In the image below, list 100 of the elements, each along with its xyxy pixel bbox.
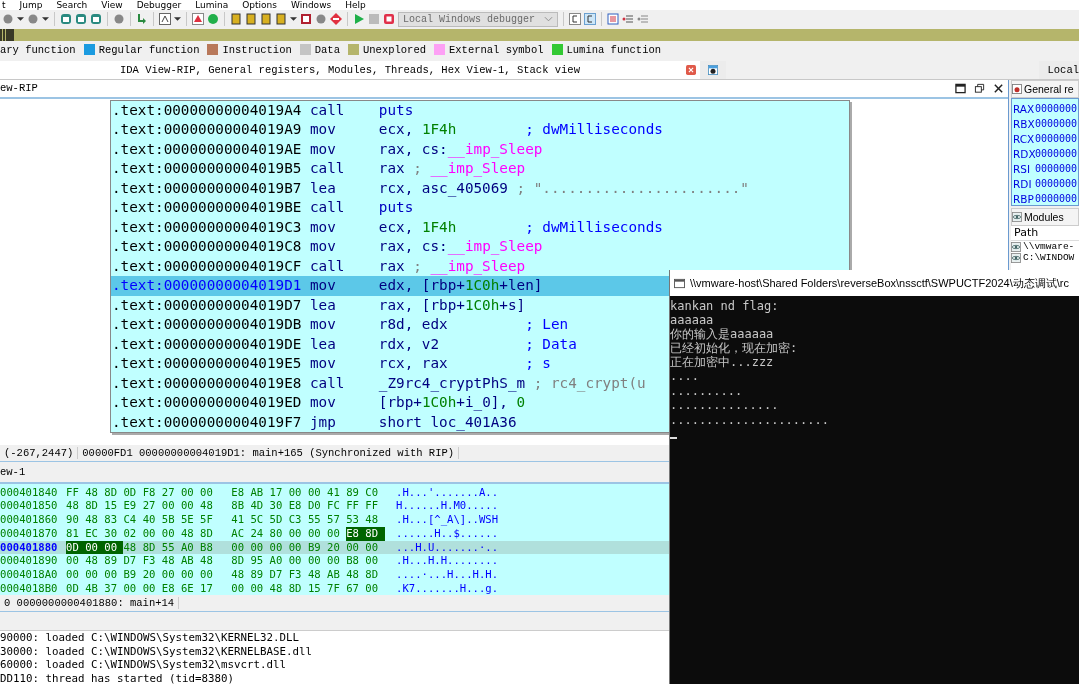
hex-byte: 83 (104, 513, 119, 527)
register-value[interactable]: 0000000 (1035, 103, 1078, 114)
diamond-icon[interactable] (330, 13, 342, 25)
stop-icon[interactable] (383, 13, 395, 25)
box-icon[interactable] (159, 13, 171, 25)
column-header[interactable]: Path (1011, 226, 1079, 241)
disassembly-line[interactable]: .text:00000000004019B5 call rax ; __imp_Sleep (111, 159, 849, 179)
chip-icon[interactable] (260, 13, 272, 25)
caret-icon[interactable] (42, 16, 49, 22)
register-value[interactable]: 0000000 (1035, 178, 1078, 189)
disassembly-line[interactable]: .text:00000000004019C3 mov ecx, 1F4h ; dwMilliseconds (111, 217, 849, 238)
maximize-icon[interactable] (955, 82, 966, 94)
hex-byte: FC (327, 499, 341, 514)
menu-item[interactable]: Windows (291, 0, 332, 10)
menu-item[interactable]: Help (345, 0, 366, 10)
code-icon[interactable] (569, 13, 581, 25)
close-icon[interactable] (993, 82, 1004, 94)
window-icon[interactable] (60, 13, 72, 25)
disassembly-line[interactable]: .text:00000000004019C8 mov rax, cs:__imp_Sleep (111, 237, 849, 257)
register-value[interactable]: 0000000 (1035, 133, 1078, 144)
disassembly-line[interactable]: .text:00000000004019BE call puts (111, 198, 849, 218)
chip-icon[interactable] (230, 13, 242, 25)
menu-item[interactable]: View (101, 0, 123, 10)
register-value[interactable]: 0000000 (1035, 163, 1078, 174)
module-path[interactable]: \\vmware- (1023, 241, 1075, 252)
tab[interactable]: IDA View-RIP, General registers, Modules, Threads, Hex View-1, Stack view (0, 61, 700, 79)
hex-byte: 0D (123, 485, 138, 500)
hex-byte: 24 (250, 526, 265, 541)
hex-byte: 02 (123, 526, 138, 541)
hex-byte: 27 (161, 485, 176, 500)
hex-row[interactable]: 000401870 81 EC 30 02 00 00 48 8D AC 24 80 00 00 00 E8 8D ......H..$...... (0, 526, 1008, 541)
menu-item[interactable]: Options (242, 0, 277, 10)
disassembly-line[interactable]: .text:00000000004019AE mov rax, cs:__imp_Sleep (111, 139, 849, 160)
disassembly-line[interactable]: .text:00000000004019CF call rax ; __imp_Sleep (111, 256, 849, 277)
hex-byte: 27 (142, 499, 157, 514)
hex-address: 000401870 (0, 526, 59, 541)
register-name: RDX (1012, 147, 1035, 160)
chip-icon[interactable] (275, 13, 287, 25)
square-icon[interactable] (300, 13, 312, 25)
register-value[interactable]: 0000000 (1035, 193, 1078, 204)
tab[interactable] (700, 61, 726, 79)
hex-byte: 90 (66, 513, 80, 527)
hex-ascii: ......H..$...... (396, 526, 499, 541)
hex-byte: 00 (85, 567, 99, 582)
hex-byte: 00 (104, 540, 124, 555)
hex-byte: 48 (123, 540, 138, 555)
hex-byte: D7 (123, 554, 138, 568)
hex-byte: 0D (66, 581, 80, 596)
console-line: aaaaaa (670, 313, 715, 327)
triangle-icon[interactable] (192, 13, 204, 25)
restore-icon[interactable] (974, 82, 985, 94)
window-icon[interactable] (75, 13, 87, 25)
legend-label: ary function (0, 43, 76, 56)
list-icon[interactable] (622, 13, 634, 25)
menu-item[interactable]: Jump (19, 0, 43, 10)
tab[interactable]: Local (1039, 61, 1079, 79)
step-icon[interactable] (136, 13, 148, 25)
window-icon[interactable] (90, 13, 102, 25)
menu-item[interactable]: t (2, 0, 6, 10)
hex-byte: EC (85, 526, 99, 541)
list-icon[interactable] (637, 13, 649, 25)
disassembly-line[interactable]: .text:00000000004019B7 lea rcx, asc_405069 ; "......................." (111, 178, 849, 199)
register-value[interactable]: 0000000 (1035, 118, 1078, 129)
hex-address: 000401890 (0, 554, 59, 568)
hex-byte: 00 (288, 540, 303, 555)
hex-byte: 15 (104, 499, 119, 514)
play-icon[interactable] (353, 13, 365, 25)
hex-ascii: .H...[^_A\]..WSH (396, 513, 499, 527)
console-line: 正在加密中...zzz (670, 355, 775, 369)
hex-byte: 48 (200, 499, 214, 514)
menu-item[interactable]: Debugger (136, 0, 182, 10)
hex-byte: 48 (365, 513, 380, 527)
disassembly-line[interactable]: .text:00000000004019A4 call puts (111, 100, 849, 121)
legend-label: Lumina function (566, 43, 662, 56)
hex-byte: E8 (346, 526, 366, 541)
hex-byte: 00 (66, 567, 80, 582)
hex-byte: D0 (307, 499, 322, 514)
circle-icon[interactable] (207, 13, 219, 25)
module-path[interactable]: C:\WINDOW (1023, 252, 1075, 263)
legend-label: Regular function (98, 43, 200, 56)
hex-byte: 15 (307, 581, 322, 596)
hex-byte: 00 (365, 581, 380, 596)
menu-item[interactable]: Search (56, 0, 88, 10)
caret-icon[interactable] (174, 16, 181, 22)
list-icon[interactable] (607, 13, 619, 25)
menu-item[interactable]: Lumina (195, 0, 229, 10)
disassembly-line[interactable]: .text:00000000004019A9 mov ecx, 1F4h ; dwMilliseconds (111, 120, 849, 140)
caret-icon[interactable] (290, 16, 297, 22)
register-value[interactable]: 0000000 (1035, 148, 1078, 159)
caret-icon[interactable] (17, 16, 24, 22)
hex-byte: 00 (231, 581, 245, 596)
register-name: RCX (1012, 132, 1035, 145)
hex-byte: C4 (123, 513, 138, 527)
chip-icon[interactable] (245, 13, 257, 25)
hex-byte: A0 (180, 540, 195, 555)
register-name: RBX (1012, 117, 1035, 130)
code-icon[interactable] (584, 13, 596, 25)
hex-byte: 57 (327, 513, 341, 527)
panel-title: ew-RIP (0, 82, 38, 95)
console-line: .... (670, 369, 700, 384)
